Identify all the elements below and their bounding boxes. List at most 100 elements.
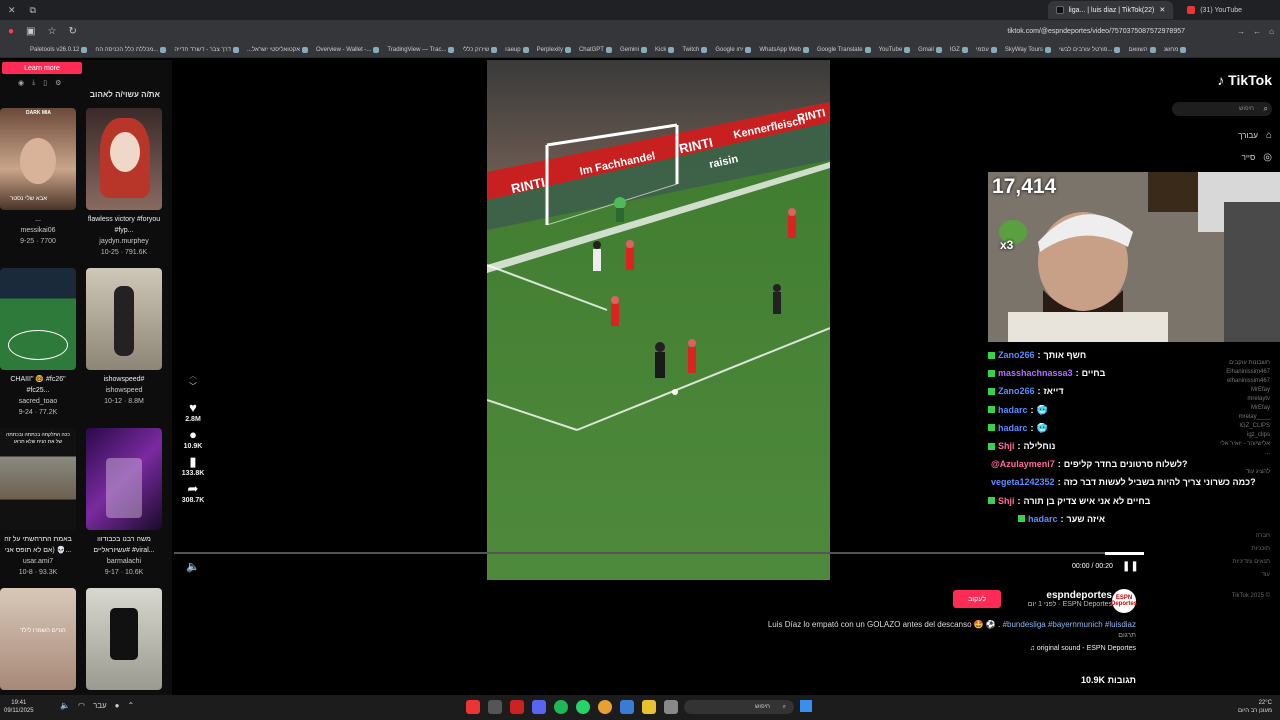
folder-icon[interactable] (642, 700, 656, 714)
video-user[interactable]: ishowspeed (86, 385, 162, 396)
mic-icon[interactable]: ● (115, 701, 120, 710)
save-button[interactable]: ▮ 133.8K (182, 454, 205, 477)
tab-tiktok[interactable]: liga... | luis diaz | TikTok(22) ✕ (1047, 1, 1174, 19)
bookmark-item[interactable]: Gmail (918, 46, 942, 53)
list-item[interactable]: DARK MIA אבא שלי נסטר ... messikai06 9-2… (0, 108, 76, 247)
list-item[interactable]: CHAIII" 🤓 #fc26" #fc25... sacred_toao 9-… (0, 268, 76, 418)
close-icon[interactable]: ✕ (8, 5, 16, 16)
video-thumbnail[interactable] (86, 268, 162, 370)
tab-close-icon[interactable]: ✕ (1159, 6, 1165, 14)
list-item[interactable]: משה רבנו בכבודווו #עשיוראליים #viral... … (86, 428, 162, 578)
footer-link[interactable]: עוד (1232, 569, 1270, 582)
weather-widget[interactable]: 22°C מעונן רב היום (1238, 699, 1272, 715)
bookmark-item[interactable]: Google יחו (715, 46, 752, 53)
app-icon[interactable] (620, 700, 634, 714)
video-thumbnail[interactable] (86, 428, 162, 530)
menu-icon[interactable]: ⧉ (30, 5, 36, 16)
bookmark-item[interactable]: Gemini (620, 46, 647, 53)
video-thumbnail[interactable] (86, 108, 162, 210)
bookmark-item[interactable]: ...אקטואליסטי ישראל (247, 46, 308, 53)
nav-item-explore[interactable]: סייר ◎ (1242, 152, 1272, 163)
video-user[interactable]: messikai06 (0, 225, 76, 236)
list-item[interactable] (86, 588, 162, 690)
bookmark-item[interactable]: Perplexity (537, 46, 571, 53)
tiktok-logo[interactable]: ♪ TikTok (1217, 72, 1272, 88)
whatsapp-icon[interactable] (576, 700, 590, 714)
video-thumbnail[interactable] (86, 588, 162, 690)
video-player[interactable]: RINTI Im Fachhandel RINTI Kennerfleisch … (487, 60, 830, 580)
url-field[interactable]: tiktok.com/@espndeportes/video/757037508… (1007, 28, 1185, 35)
wifi-icon[interactable]: ◠ (78, 701, 85, 710)
bookmark-item[interactable]: Twitch (682, 46, 708, 53)
discord-icon[interactable] (532, 700, 546, 714)
video-thumbnail[interactable]: ככה התלקחה בכתתה ובכתתה של את הניח שלא ת… (0, 428, 76, 530)
spotify-icon[interactable] (554, 700, 568, 714)
progress-track[interactable] (174, 552, 1144, 554)
extensions-icon[interactable]: ▣ (26, 26, 35, 37)
bookmark-item[interactable]: IGZ (950, 46, 968, 53)
learn-more-button[interactable]: Learn more (2, 62, 82, 74)
list-item[interactable]: הורים השמרו לילד (0, 588, 76, 690)
bookmark-item[interactable]: raeup (505, 46, 529, 53)
search-icon[interactable]: ⌕ (1264, 104, 1268, 114)
sound-link[interactable]: ♫ original sound - ESPN Deportes (872, 645, 1136, 652)
footer-link[interactable]: תנאים ומדיניות (1232, 556, 1270, 569)
caption-hashtags[interactable]: #bundesliga #bayernmunich #luisdiaz (1003, 620, 1136, 629)
pause-icon[interactable]: ❚❚ (1122, 561, 1139, 572)
author-info[interactable]: espndeportes לפני 1 יום · ESPN Deportes (1012, 590, 1112, 608)
follow-button[interactable]: לעקוב (953, 590, 1001, 608)
bookmark-item[interactable]: דרך צבר - דשרד חדייה (174, 46, 239, 53)
comment-button[interactable]: ● 10.9K (184, 427, 203, 450)
bookmark-item[interactable]: שירוק כללי (462, 46, 498, 53)
translate-link[interactable]: תרגום (872, 632, 1136, 639)
download-icon[interactable]: ⤓ (32, 79, 35, 87)
share-button[interactable]: ➦ 308.7K (182, 481, 205, 504)
volume-icon[interactable]: 🔈 (186, 560, 200, 573)
taskbar-search[interactable]: חיפוש ⌕ (684, 700, 794, 714)
reload-icon[interactable]: ↻ (68, 26, 76, 37)
chevron-up-icon[interactable]: ︿ (189, 370, 197, 381)
settings-icon[interactable]: ⚙ (55, 79, 61, 87)
bookmark-item[interactable]: Google Translate (817, 46, 871, 53)
app-icon[interactable] (664, 700, 678, 714)
chevron-down-icon[interactable]: ﹀ (189, 381, 197, 392)
chevron-up-icon[interactable]: ⌃ (128, 701, 135, 710)
bookmark-item[interactable]: ChatGPT (579, 46, 612, 53)
bookmark-item[interactable]: מחשנ (1164, 46, 1187, 53)
bookmark-item[interactable]: WhatsApp Web (759, 46, 809, 53)
nav-item-foryou[interactable]: עבורך ⌂ (1238, 130, 1272, 141)
video-thumbnail[interactable]: DARK MIA אבא שלי נסטר (0, 108, 76, 210)
speaker-icon[interactable]: 🔈 (60, 701, 70, 710)
like-button[interactable]: ♥ 2.8M (185, 400, 201, 423)
bookmark-item[interactable]: Kick (655, 46, 675, 53)
video-thumbnail[interactable] (0, 268, 76, 370)
tab-youtube[interactable]: (31) YouTube (1179, 1, 1250, 19)
app-icon[interactable] (488, 700, 502, 714)
avatar[interactable]: ESPN Deportes (1111, 589, 1137, 613)
app-icon[interactable] (510, 700, 524, 714)
chrome-icon[interactable] (598, 700, 612, 714)
bookmark-item[interactable]: Paletools v26.0.12 (30, 46, 88, 53)
video-user[interactable]: jaydyn.murphey (86, 236, 162, 247)
app-icon[interactable] (466, 700, 480, 714)
video-thumbnail[interactable]: הורים השמרו לילד (0, 588, 76, 690)
video-user[interactable]: sacred_toao (0, 396, 76, 407)
avatar-icon[interactable]: ◉ (18, 79, 24, 87)
back-icon[interactable]: ← (1253, 27, 1261, 36)
star-icon[interactable]: ☆ (48, 26, 57, 37)
list-item[interactable]: flawless victory #foryou #fyp... jaydyn.… (86, 108, 162, 258)
list-item[interactable]: ishowspeed# ishowspeed 10-12 · 8.8M (86, 268, 162, 407)
forward-icon[interactable]: → (1237, 27, 1245, 36)
author-name[interactable]: espndeportes (1012, 590, 1112, 601)
search-input[interactable]: חיפוש ⌕ (1172, 102, 1272, 116)
bookmark-item[interactable]: Overview - Wallet -... (316, 46, 380, 53)
phone-icon[interactable]: ▯ (43, 79, 47, 87)
bookmark-item[interactable]: עסמי (976, 46, 997, 53)
bookmark-item[interactable]: פורטל עורבים לבשי... (1059, 46, 1121, 53)
bookmark-item[interactable]: TradingView — Trac... (387, 46, 455, 53)
list-item[interactable]: ככה התלקחה בכתתה ובכתתה של את הניח שלא ת… (0, 428, 76, 578)
profile-icon[interactable]: ● (8, 26, 14, 37)
bookmark-item[interactable]: YouTube (879, 46, 911, 53)
video-user[interactable]: usar.ami7 (0, 556, 76, 567)
bookmark-item[interactable]: מכללת כלל הכניסה הח... (95, 46, 167, 53)
